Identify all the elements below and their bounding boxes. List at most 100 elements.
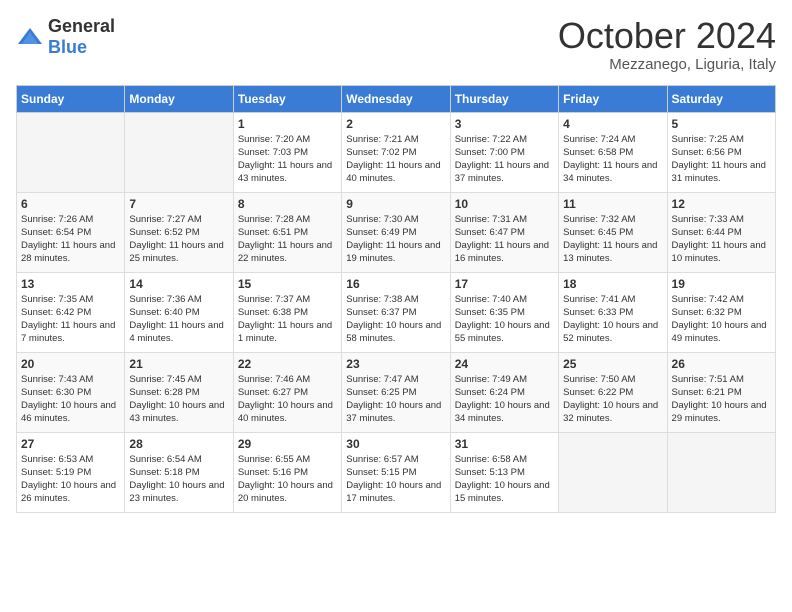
day-number: 3 bbox=[455, 117, 554, 131]
calendar-cell: 6 Sunrise: 7:26 AMSunset: 6:54 PMDaylight… bbox=[17, 192, 125, 272]
calendar-cell: 1 Sunrise: 7:20 AMSunset: 7:03 PMDaylight… bbox=[233, 112, 341, 192]
day-info: Sunrise: 7:50 AMSunset: 6:22 PMDaylight:… bbox=[563, 373, 662, 426]
day-number: 6 bbox=[21, 197, 120, 211]
day-info: Sunrise: 6:55 AMSunset: 5:16 PMDaylight:… bbox=[238, 453, 337, 506]
day-number: 12 bbox=[672, 197, 771, 211]
day-info: Sunrise: 7:20 AMSunset: 7:03 PMDaylight:… bbox=[238, 133, 337, 186]
page-header: General Blue October 2024 Mezzanego, Lig… bbox=[16, 16, 776, 73]
calendar-cell: 23 Sunrise: 7:47 AMSunset: 6:25 PMDayligh… bbox=[342, 352, 450, 432]
day-number: 22 bbox=[238, 357, 337, 371]
calendar-week-3: 13 Sunrise: 7:35 AMSunset: 6:42 PMDayligh… bbox=[17, 272, 776, 352]
calendar-cell: 2 Sunrise: 7:21 AMSunset: 7:02 PMDaylight… bbox=[342, 112, 450, 192]
day-info: Sunrise: 7:37 AMSunset: 6:38 PMDaylight:… bbox=[238, 293, 337, 346]
header-day-tuesday: Tuesday bbox=[233, 85, 341, 112]
day-number: 20 bbox=[21, 357, 120, 371]
calendar-cell bbox=[17, 112, 125, 192]
calendar-cell: 8Sunrise: 7:28 AMSunset: 6:51 PMDaylight… bbox=[233, 192, 341, 272]
location-title: Mezzanego, Liguria, Italy bbox=[558, 56, 776, 73]
day-info: Sunrise: 7:49 AMSunset: 6:24 PMDaylight:… bbox=[455, 373, 554, 426]
day-number: 5 bbox=[672, 117, 771, 131]
calendar-cell: 24 Sunrise: 7:49 AMSunset: 6:24 PMDayligh… bbox=[450, 352, 558, 432]
calendar-cell: 28Sunrise: 6:54 AMSunset: 5:18 PMDayligh… bbox=[125, 432, 233, 512]
day-number: 15 bbox=[238, 277, 337, 291]
day-info: Sunrise: 7:25 AMSunset: 6:56 PMDaylight:… bbox=[672, 133, 771, 186]
day-number: 14 bbox=[129, 277, 228, 291]
day-number: 26 bbox=[672, 357, 771, 371]
calendar-cell: 7 Sunrise: 7:27 AMSunset: 6:52 PMDaylight… bbox=[125, 192, 233, 272]
day-number: 23 bbox=[346, 357, 445, 371]
calendar-cell: 4 Sunrise: 7:24 AMSunset: 6:58 PMDaylight… bbox=[559, 112, 667, 192]
calendar-cell: 22 Sunrise: 7:46 AMSunset: 6:27 PMDayligh… bbox=[233, 352, 341, 432]
day-number: 28 bbox=[129, 437, 228, 451]
day-number: 13 bbox=[21, 277, 120, 291]
day-info: Sunrise: 7:41 AMSunset: 6:33 PMDaylight:… bbox=[563, 293, 662, 346]
day-info: Sunrise: 7:22 AMSunset: 7:00 PMDaylight:… bbox=[455, 133, 554, 186]
day-info: Sunrise: 7:27 AMSunset: 6:52 PMDaylight:… bbox=[129, 213, 228, 266]
calendar-cell: 11Sunrise: 7:32 AMSunset: 6:45 PMDayligh… bbox=[559, 192, 667, 272]
calendar-cell bbox=[559, 432, 667, 512]
day-info: Sunrise: 7:40 AMSunset: 6:35 PMDaylight:… bbox=[455, 293, 554, 346]
day-number: 17 bbox=[455, 277, 554, 291]
day-number: 31 bbox=[455, 437, 554, 451]
day-info: Sunrise: 7:30 AMSunset: 6:49 PMDaylight:… bbox=[346, 213, 445, 266]
header-row: SundayMondayTuesdayWednesdayThursdayFrid… bbox=[17, 85, 776, 112]
calendar-week-4: 20 Sunrise: 7:43 AMSunset: 6:30 PMDayligh… bbox=[17, 352, 776, 432]
header-day-wednesday: Wednesday bbox=[342, 85, 450, 112]
day-number: 2 bbox=[346, 117, 445, 131]
day-number: 29 bbox=[238, 437, 337, 451]
day-number: 27 bbox=[21, 437, 120, 451]
day-number: 8 bbox=[238, 197, 337, 211]
day-number: 25 bbox=[563, 357, 662, 371]
day-info: Sunrise: 6:53 AMSunset: 5:19 PMDaylight:… bbox=[21, 453, 120, 506]
calendar-cell: 5 Sunrise: 7:25 AMSunset: 6:56 PMDaylight… bbox=[667, 112, 775, 192]
calendar-cell: 14 Sunrise: 7:36 AMSunset: 6:40 PMDayligh… bbox=[125, 272, 233, 352]
day-info: Sunrise: 7:46 AMSunset: 6:27 PMDaylight:… bbox=[238, 373, 337, 426]
calendar-cell: 15 Sunrise: 7:37 AMSunset: 6:38 PMDayligh… bbox=[233, 272, 341, 352]
day-info: Sunrise: 7:38 AMSunset: 6:37 PMDaylight:… bbox=[346, 293, 445, 346]
calendar-cell: 30 Sunrise: 6:57 AMSunset: 5:15 PMDayligh… bbox=[342, 432, 450, 512]
day-number: 9 bbox=[346, 197, 445, 211]
day-number: 24 bbox=[455, 357, 554, 371]
calendar-cell: 18Sunrise: 7:41 AMSunset: 6:33 PMDayligh… bbox=[559, 272, 667, 352]
day-info: Sunrise: 7:36 AMSunset: 6:40 PMDaylight:… bbox=[129, 293, 228, 346]
header-day-monday: Monday bbox=[125, 85, 233, 112]
calendar-cell: 3 Sunrise: 7:22 AMSunset: 7:00 PMDaylight… bbox=[450, 112, 558, 192]
header-day-thursday: Thursday bbox=[450, 85, 558, 112]
day-info: Sunrise: 6:57 AMSunset: 5:15 PMDaylight:… bbox=[346, 453, 445, 506]
calendar-cell: 9 Sunrise: 7:30 AMSunset: 6:49 PMDaylight… bbox=[342, 192, 450, 272]
calendar-cell: 19Sunrise: 7:42 AMSunset: 6:32 PMDayligh… bbox=[667, 272, 775, 352]
day-info: Sunrise: 7:45 AMSunset: 6:28 PMDaylight:… bbox=[129, 373, 228, 426]
day-info: Sunrise: 7:33 AMSunset: 6:44 PMDaylight:… bbox=[672, 213, 771, 266]
calendar-header: SundayMondayTuesdayWednesdayThursdayFrid… bbox=[17, 85, 776, 112]
day-number: 11 bbox=[563, 197, 662, 211]
logo: General Blue bbox=[16, 16, 115, 58]
day-number: 7 bbox=[129, 197, 228, 211]
day-info: Sunrise: 7:43 AMSunset: 6:30 PMDaylight:… bbox=[21, 373, 120, 426]
header-day-friday: Friday bbox=[559, 85, 667, 112]
logo-icon bbox=[16, 26, 44, 48]
calendar-cell bbox=[667, 432, 775, 512]
calendar-cell: 20 Sunrise: 7:43 AMSunset: 6:30 PMDayligh… bbox=[17, 352, 125, 432]
day-info: Sunrise: 7:26 AMSunset: 6:54 PMDaylight:… bbox=[21, 213, 120, 266]
day-info: Sunrise: 7:21 AMSunset: 7:02 PMDaylight:… bbox=[346, 133, 445, 186]
day-number: 21 bbox=[129, 357, 228, 371]
day-info: Sunrise: 7:51 AMSunset: 6:21 PMDaylight:… bbox=[672, 373, 771, 426]
day-info: Sunrise: 7:24 AMSunset: 6:58 PMDaylight:… bbox=[563, 133, 662, 186]
calendar-cell: 13 Sunrise: 7:35 AMSunset: 6:42 PMDayligh… bbox=[17, 272, 125, 352]
day-info: Sunrise: 7:31 AMSunset: 6:47 PMDaylight:… bbox=[455, 213, 554, 266]
day-info: Sunrise: 6:58 AMSunset: 5:13 PMDaylight:… bbox=[455, 453, 554, 506]
month-title: October 2024 bbox=[558, 16, 776, 56]
day-number: 1 bbox=[238, 117, 337, 131]
day-info: Sunrise: 7:35 AMSunset: 6:42 PMDaylight:… bbox=[21, 293, 120, 346]
day-info: Sunrise: 7:47 AMSunset: 6:25 PMDaylight:… bbox=[346, 373, 445, 426]
day-number: 10 bbox=[455, 197, 554, 211]
day-number: 30 bbox=[346, 437, 445, 451]
title-block: October 2024 Mezzanego, Liguria, Italy bbox=[558, 16, 776, 73]
header-day-sunday: Sunday bbox=[17, 85, 125, 112]
day-number: 19 bbox=[672, 277, 771, 291]
calendar-week-2: 6 Sunrise: 7:26 AMSunset: 6:54 PMDaylight… bbox=[17, 192, 776, 272]
calendar-cell: 16Sunrise: 7:38 AMSunset: 6:37 PMDayligh… bbox=[342, 272, 450, 352]
day-number: 4 bbox=[563, 117, 662, 131]
calendar-table: SundayMondayTuesdayWednesdayThursdayFrid… bbox=[16, 85, 776, 513]
calendar-cell: 10 Sunrise: 7:31 AMSunset: 6:47 PMDayligh… bbox=[450, 192, 558, 272]
